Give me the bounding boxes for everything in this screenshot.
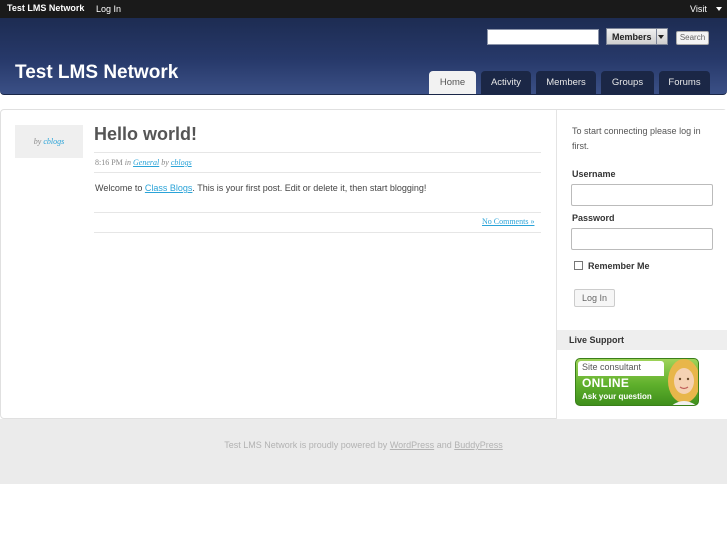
author-by-label: by [33,137,42,146]
username-label: Username [572,169,616,179]
post-body-prefix: Welcome to [95,183,143,193]
consultant-avatar-icon [668,359,698,405]
banner-line-consultant: Site consultant [582,362,642,372]
admin-bar-visit-menu[interactable]: Visit [690,4,707,14]
post-meta: 8:16 PM in General by cblogs [95,158,192,167]
post-meta-by: by [161,158,169,167]
remember-me-label[interactable]: Remember Me [588,261,650,271]
post-title[interactable]: Hello world! [94,124,197,145]
tab-activity[interactable]: Activity [481,71,531,94]
post-meta-in: in [124,158,132,167]
divider [94,232,541,233]
post-body-suffix: . This is your first post. Edit or delet… [192,183,427,193]
main-content: by cblogs Hello world! 8:16 PM in Genera… [0,109,727,419]
admin-bar-login-link[interactable]: Log In [96,4,121,14]
banner-line-online: ONLINE [582,376,630,390]
search-input[interactable] [487,29,599,45]
tab-groups[interactable]: Groups [601,71,654,94]
live-support-banner[interactable]: Site consultant ONLINE Ask your question [575,358,699,406]
admin-bar-site-name[interactable]: Test LMS Network [7,3,84,13]
username-field[interactable] [571,184,713,206]
post-author-meta-link[interactable]: cblogs [171,158,192,167]
post-author-box: by cblogs [15,125,83,158]
footer-prefix: Test LMS Network is proudly powered by [224,440,388,450]
chevron-down-icon [658,35,664,39]
search-scope-value: Members [612,32,652,42]
divider [94,212,541,213]
admin-bar: Test LMS Network Log In Visit [0,0,727,18]
live-support-title: Live Support [557,330,727,350]
buddypress-link[interactable]: BuddyPress [454,440,503,450]
tab-forums[interactable]: Forums [659,71,710,94]
tab-members[interactable]: Members [536,71,596,94]
class-blogs-link[interactable]: Class Blogs [145,183,193,193]
post-author-link[interactable]: cblogs [43,137,64,146]
site-footer: Test LMS Network is proudly powered by W… [0,419,727,484]
wordpress-link[interactable]: WordPress [390,440,434,450]
post-time: 8:16 PM [95,158,123,167]
divider [94,172,541,173]
login-button[interactable]: Log In [574,289,615,307]
footer-and: and [436,440,452,450]
search-button[interactable]: Search [676,31,709,45]
password-field[interactable] [571,228,713,250]
remember-me-checkbox[interactable] [574,261,583,270]
footer-text: Test LMS Network is proudly powered by W… [0,440,727,450]
search-scope-select[interactable]: Members [606,28,668,45]
site-header: Members Search Test LMS Network Home Act… [0,18,727,95]
comments-link[interactable]: No Comments » [482,217,534,226]
site-title[interactable]: Test LMS Network [15,62,178,84]
tab-home[interactable]: Home [429,71,476,94]
post-body: Welcome to Class Blogs. This is your fir… [95,183,426,193]
chevron-down-icon[interactable] [716,7,722,11]
login-intro-text: To start connecting please log in first. [572,126,701,151]
banner-line-ask: Ask your question [582,392,652,401]
sidebar: To start connecting please log in first.… [556,110,727,419]
password-label: Password [572,213,615,223]
post-category-link[interactable]: General [133,158,159,167]
divider [94,152,541,153]
